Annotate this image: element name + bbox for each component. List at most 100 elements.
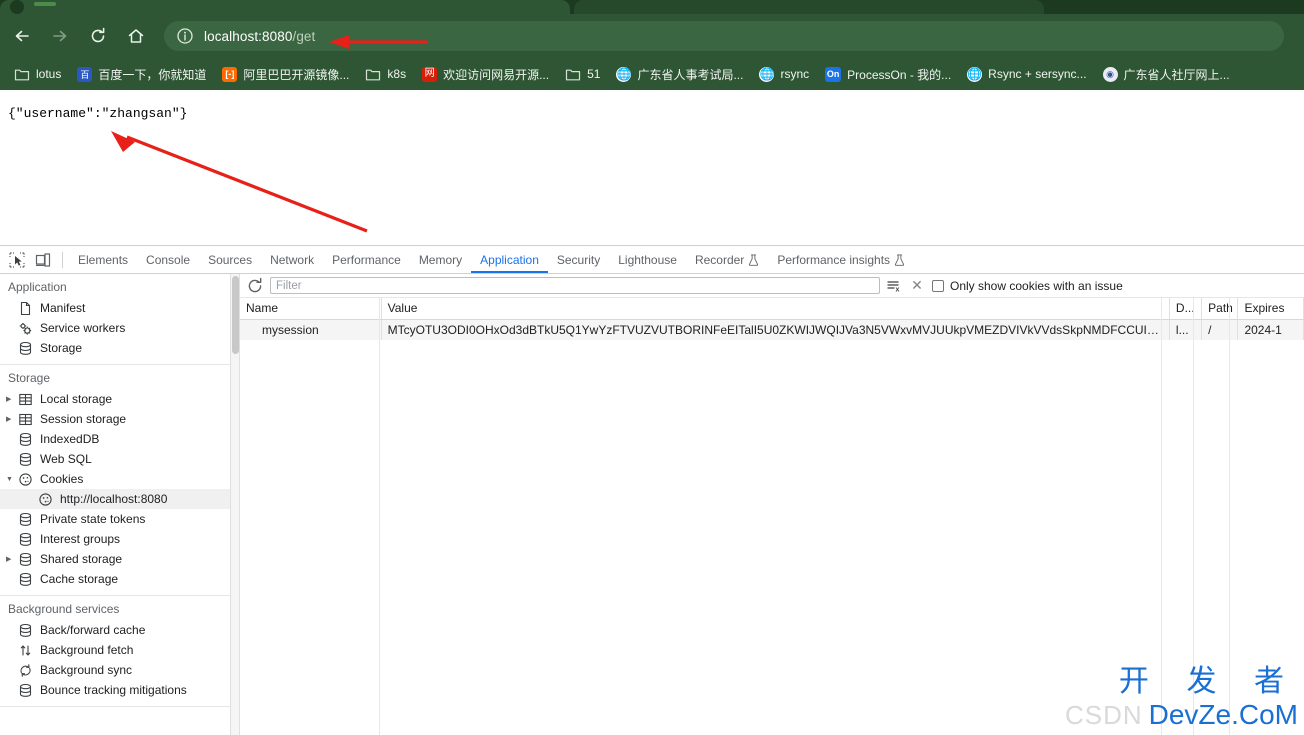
column-header[interactable]: D... [1169,298,1203,320]
sidebar-item-cookies[interactable]: ▼ Cookies [0,469,239,489]
clear-filtered-cookies-icon[interactable]: x [886,278,902,294]
bookmark-label: rsync [780,67,810,81]
bookmark-item[interactable]: [-] 阿里巴巴开源镜像... [218,62,357,86]
home-button[interactable] [120,20,152,52]
back-button[interactable] [6,20,38,52]
chevron-right-icon[interactable]: ▶ [6,416,16,423]
sidebar-item-http-localhost-8080[interactable]: ▶http://localhost:8080 [0,489,239,509]
globe-icon: 🌐 [967,66,983,82]
database-icon [19,341,32,355]
page-body-text: {"username":"zhangsan"} [8,106,188,121]
tab-favicon [10,0,24,14]
column-header[interactable]: Path [1201,298,1239,320]
chevron-right-icon[interactable]: ▶ [6,556,16,563]
sidebar-item-private-state-tokens[interactable]: ▶Private state tokens [0,509,239,529]
address-host: localhost:8080 [204,28,293,44]
column-header[interactable]: Value [381,298,1170,320]
sidebar-item-label: Cache storage [40,572,119,586]
reload-button[interactable] [82,20,114,52]
cell-expires[interactable]: 2024-1 [1237,319,1304,340]
device-toolbar-button[interactable] [30,248,56,272]
cell-path[interactable]: / [1201,319,1239,340]
sidebar-item-local-storage[interactable]: ▶ Local storage [0,389,239,409]
only-issues-checkbox[interactable] [932,279,944,292]
database-icon [19,552,32,566]
clear-all-cookies-icon[interactable]: ✕ [908,277,926,294]
inspect-element-button[interactable] [4,248,30,272]
sidebar-item-back-forward-cache[interactable]: ▶Back/forward cache [0,620,239,640]
bookmark-item[interactable]: 51 [561,62,608,86]
bookmark-item[interactable]: 🌐 rsync [755,62,817,86]
browser-window: localhost:8080/get lotus 百百度一下，你就知道 [-] 阿里巴… [0,0,1304,735]
toolbar-divider [62,251,63,268]
bookmark-label: 广东省人社厅网上... [1123,67,1230,82]
device-toggle-icon [35,252,51,267]
sidebar-item-storage[interactable]: ▶Storage [0,338,239,358]
sidebar-item-web-sql[interactable]: ▶Web SQL [0,449,239,469]
devtools-tab-performance[interactable]: Performance [323,246,410,273]
sidebar-item-manifest[interactable]: ▶Manifest [0,298,239,318]
filter-input[interactable]: Filter [270,277,880,294]
devtools-tab-lighthouse[interactable]: Lighthouse [609,246,686,273]
watermark-devze: DevZe.CoM [1148,699,1298,730]
sidebar-item-label: Local storage [40,392,113,406]
devtools-tab-console[interactable]: Console [137,246,199,273]
bookmark-item[interactable]: k8s [361,62,414,86]
globe-icon: 🌐 [616,66,632,82]
bookmark-item[interactable]: ◉ 广东省人社厅网上... [1099,62,1238,86]
bookmark-item[interactable]: 🌐 广东省人事考试局... [612,62,751,86]
inspect-cursor-icon [9,251,25,268]
sidebar-item-indexeddb[interactable]: ▶IndexedDB [0,429,239,449]
bookmark-label: 广东省人事考试局... [637,67,744,82]
experiment-flask-icon [894,253,905,266]
sidebar-item-session-storage[interactable]: ▶ Session storage [0,409,239,429]
cookies-table: Name Value D... Path Expires mysession MTcyOT… [240,298,1304,340]
table-icon [19,413,32,425]
cookies-toolbar: Filter x ✕ Only show cookies with an iss… [240,274,1304,298]
sidebar-item-service-workers[interactable]: ▶Service workers [0,318,239,338]
cell-name[interactable]: mysession [240,319,382,340]
devtools-tab-memory[interactable]: Memory [410,246,471,273]
devtools-tab-security[interactable]: Security [548,246,609,273]
devtools-tab-network[interactable]: Network [261,246,323,273]
sidebar-item-label: Interest groups [40,532,121,546]
bookmark-label: ProcessOn - 我的... [847,67,952,82]
column-header[interactable]: Expires [1237,298,1304,320]
address-bar[interactable]: localhost:8080/get [164,21,1284,51]
devtools-tab-elements[interactable]: Elements [69,246,137,273]
devtools-tab-label: Sources [208,252,253,267]
sidebar-item-shared-storage[interactable]: ▶ Shared storage [0,549,239,569]
sidebar-item-bounce-tracking-mitigations[interactable]: ▶Bounce tracking mitigations [0,680,239,700]
cell-d[interactable]: l... [1169,319,1203,340]
bookmark-item[interactable]: 百百度一下，你就知道 [73,62,214,86]
devtools-tab-performance-insights[interactable]: Performance insights [768,246,914,273]
column-header[interactable]: Name [240,298,382,320]
chevron-down-icon[interactable]: ▼ [6,476,16,483]
alibaba-icon: [-] [222,66,238,82]
chevron-right-icon[interactable]: ▶ [6,396,16,403]
devtools-tab-application[interactable]: Application [471,246,548,273]
only-issues-checkbox-row[interactable]: Only show cookies with an issue [932,279,1123,293]
sidebar-item-label: Private state tokens [40,512,146,526]
bookmark-item[interactable]: On ProcessOn - 我的... [821,62,959,86]
bookmark-item[interactable]: 🌐 Rsync + sersync... [963,62,1094,86]
devtools-tab-recorder[interactable]: Recorder [686,246,768,273]
bookmark-item[interactable]: lotus [10,62,69,86]
sidebar-item-background-fetch[interactable]: ▶Background fetch [0,640,239,660]
forward-button[interactable] [44,20,76,52]
bookmark-label: k8s [387,67,407,81]
cell-value[interactable]: MTcyOTU3ODI0OHxOd3dBTkU5Q1YwYzFTVUZVUTBO… [381,319,1170,340]
sidebar-item-interest-groups[interactable]: ▶Interest groups [0,529,239,549]
sidebar-item-background-sync[interactable]: ▶Background sync [0,660,239,680]
site-info-icon[interactable] [176,27,194,45]
refresh-icon[interactable] [246,277,264,295]
bookmark-item[interactable]: 网欢迎访问网易开源... [418,62,557,86]
table-row[interactable]: mysession MTcyOTU3ODI0OHxOd3dBTkU5Q1YwYzF… [240,319,1304,340]
sidebar-item-cache-storage[interactable]: ▶Cache storage [0,569,239,589]
sidebar-scrollbar-thumb[interactable] [232,276,239,354]
devtools-tab-label: Memory [418,252,463,267]
devtools-tab-sources[interactable]: Sources [199,246,261,273]
devtools-tab-label: Network [270,252,315,267]
sidebar-scrollbar[interactable] [230,274,239,735]
devtools-tab-label: Application [480,252,539,267]
